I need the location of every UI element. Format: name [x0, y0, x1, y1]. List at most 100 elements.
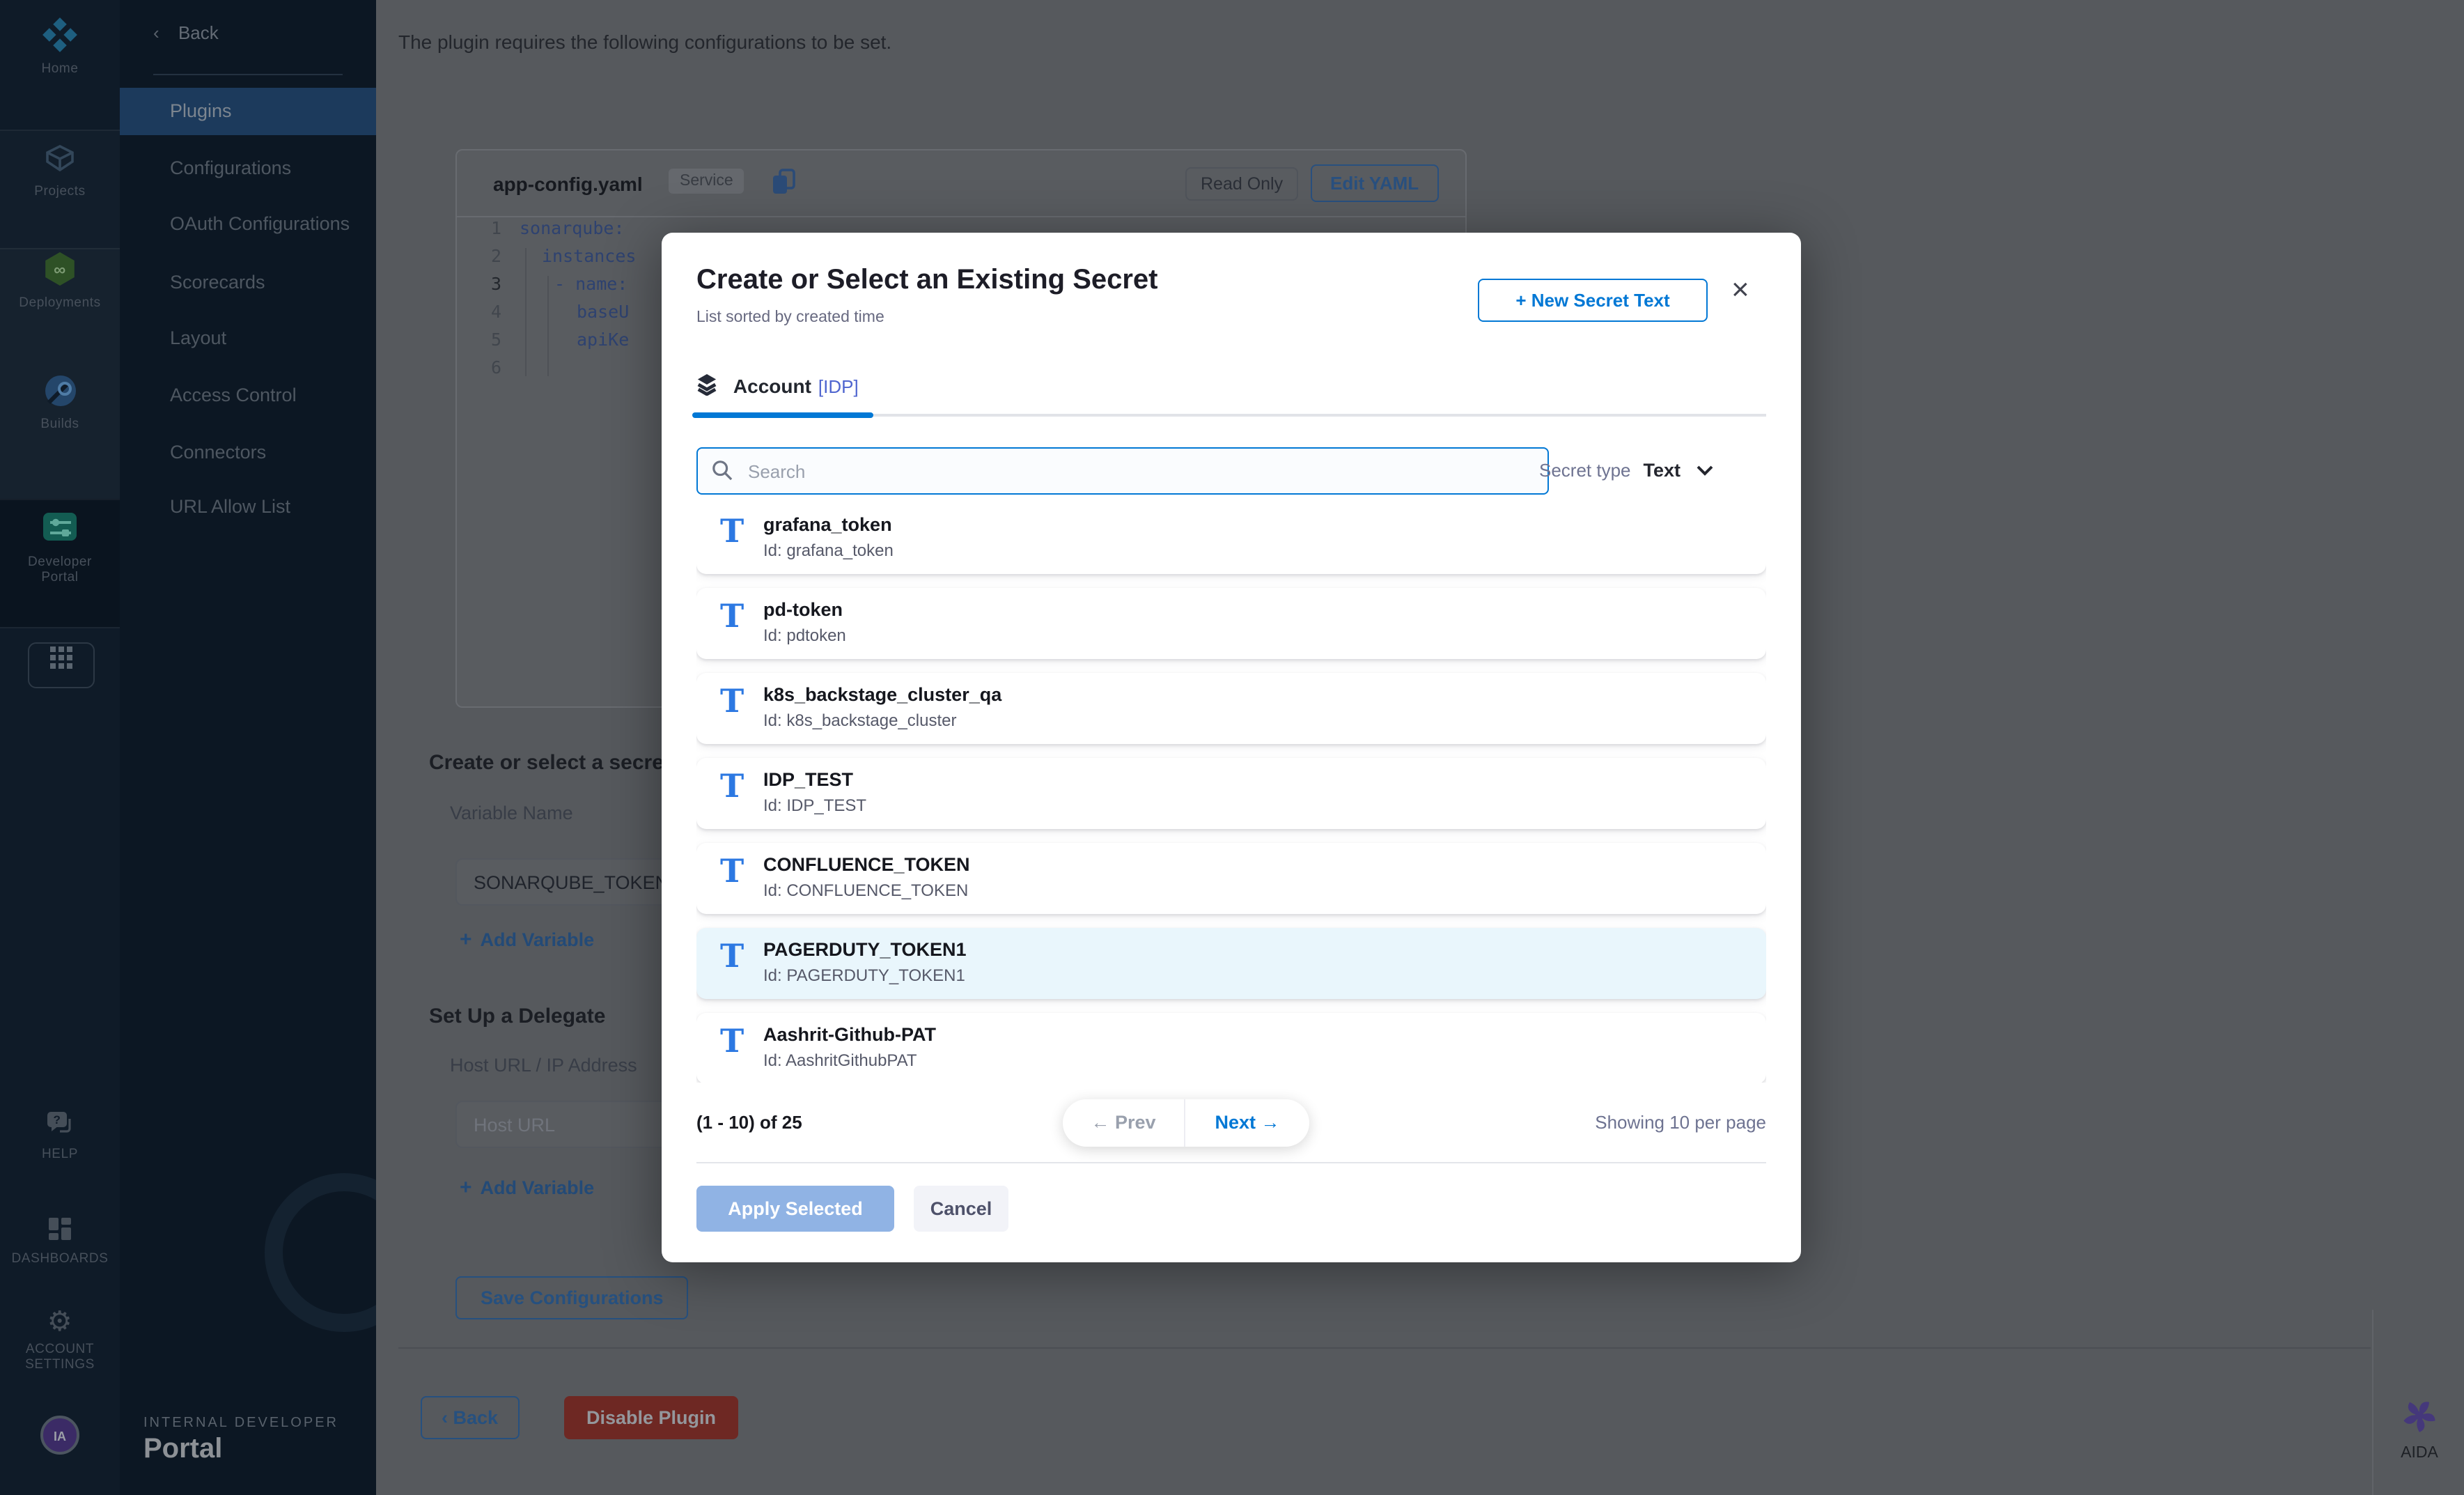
svg-text:∞: ∞: [54, 261, 66, 279]
add-variable-link[interactable]: +Add Variable: [460, 928, 594, 952]
text-secret-icon: T: [720, 768, 744, 805]
line-number: 6: [474, 357, 501, 378]
page-heading: The plugin requires the following config…: [398, 31, 891, 53]
service-badge: Service: [669, 169, 744, 194]
secret-id: Id: grafana_token: [763, 541, 894, 560]
rail-item-deployments[interactable]: ∞ Deployments: [0, 251, 120, 311]
secret-row[interactable]: T k8s_backstage_cluster_qa Id: k8s_backs…: [696, 673, 1766, 744]
secret-type-value: Text: [1644, 460, 1681, 481]
developer-portal-icon: [40, 507, 79, 550]
avatar[interactable]: IA: [40, 1416, 79, 1455]
secret-type-filter[interactable]: Secret type Text: [1539, 458, 1769, 483]
nav-back-button[interactable]: ‹ Back: [153, 22, 219, 43]
apply-selected-button[interactable]: Apply Selected: [696, 1186, 894, 1232]
back-label: Back: [453, 1407, 499, 1428]
rail-item-dashboards[interactable]: DASHBOARDS: [0, 1215, 120, 1267]
divider: [2372, 1310, 2373, 1495]
secret-id: Id: CONFLUENCE_TOKEN: [763, 881, 968, 900]
secret-name: IDP_TEST: [763, 769, 853, 790]
harness-logo-icon: [42, 17, 78, 57]
nav-item[interactable]: Plugins: [120, 88, 376, 135]
prev-page-button[interactable]: ← Prev: [1063, 1099, 1185, 1147]
aida-assistant[interactable]: AIDA: [2375, 1396, 2464, 1462]
code-text: - name:: [554, 273, 627, 294]
dialog-title: Create or Select an Existing Secret: [696, 265, 1158, 297]
brand: INTERNAL DEVELOPER Portal: [143, 1416, 338, 1466]
rail-item-account-settings[interactable]: ⚙ ACCOUNT SETTINGS: [0, 1307, 120, 1372]
tab-label: Account: [733, 375, 811, 397]
copy-icon[interactable]: [772, 169, 795, 202]
rail-item-developer-portal[interactable]: Developer Portal: [0, 507, 120, 585]
aida-icon: [2400, 1417, 2439, 1441]
new-secret-text-button[interactable]: + New Secret Text: [1478, 279, 1708, 322]
search-input[interactable]: [745, 453, 1531, 490]
nav-item[interactable]: Scorecards: [120, 259, 376, 307]
secret-row[interactable]: T CONFLUENCE_TOKEN Id: CONFLUENCE_TOKEN: [696, 843, 1766, 914]
divider: [153, 74, 343, 75]
add-variable-label: Add Variable: [481, 1177, 595, 1198]
rail-item-label: Home: [0, 61, 120, 77]
nav-item[interactable]: Configurations: [120, 145, 376, 192]
secret-row[interactable]: T grafana_token Id: grafana_token: [696, 516, 1766, 574]
module-grid-button[interactable]: [28, 642, 95, 688]
nav-item[interactable]: URL Allow List: [120, 483, 376, 531]
deployments-icon: ∞: [42, 251, 78, 291]
nav-item[interactable]: Access Control: [120, 372, 376, 419]
pagination-range: (1 - 10) of 25: [696, 1112, 802, 1133]
nav-item[interactable]: Connectors: [120, 429, 376, 477]
secret-id: Id: pdtoken: [763, 626, 846, 645]
rail-item-home[interactable]: Home: [0, 17, 120, 77]
disable-plugin-button[interactable]: Disable Plugin: [564, 1396, 738, 1439]
nav-item[interactable]: OAuth Configurations: [120, 201, 376, 248]
secret-name: k8s_backstage_cluster_qa: [763, 684, 1001, 705]
aida-label: AIDA: [2375, 1445, 2464, 1462]
add-variable-link[interactable]: + Add Variable: [460, 1176, 594, 1200]
host-url-input[interactable]: [455, 1101, 692, 1148]
chevron-down-icon: [1690, 458, 1713, 482]
secret-select-dialog: Create or Select an Existing Secret List…: [662, 233, 1801, 1262]
dashboards-icon: [46, 1215, 74, 1247]
secret-name: PAGERDUTY_TOKEN1: [763, 939, 967, 960]
rail-item-label: DASHBOARDS: [0, 1251, 120, 1267]
next-page-button[interactable]: Next →: [1185, 1099, 1309, 1147]
divider: [0, 627, 120, 628]
text-secret-icon: T: [720, 516, 744, 550]
secret-row[interactable]: T PAGERDUTY_TOKEN1 Id: PAGERDUTY_TOKEN1: [696, 928, 1766, 999]
close-icon[interactable]: ×: [1731, 274, 1749, 305]
secret-row[interactable]: T Aashrit-Github-PAT Id: AashritGithubPA…: [696, 1013, 1766, 1083]
secret-name: pd-token: [763, 599, 843, 620]
rail-item-label: Builds: [0, 417, 120, 432]
rail-item-label: Deployments: [0, 295, 120, 311]
nav-item[interactable]: Layout: [120, 315, 376, 362]
back-button[interactable]: ‹ Back: [421, 1396, 519, 1439]
secret-row[interactable]: T IDP_TEST Id: IDP_TEST: [696, 758, 1766, 829]
help-icon: ?: [45, 1108, 75, 1142]
module-rail: Home Projects ∞ Deployments: [0, 0, 120, 1495]
secret-type-label: Secret type: [1539, 460, 1631, 481]
rail-item-label: Developer: [0, 555, 120, 570]
gear-icon: ⚙: [47, 1307, 72, 1338]
secret-id: Id: k8s_backstage_cluster: [763, 711, 957, 730]
line-number: 1: [474, 217, 501, 238]
tab-scope: [IDP]: [818, 376, 859, 397]
divider: [398, 1347, 2371, 1349]
plus-icon: +: [460, 1176, 472, 1200]
rail-item-projects[interactable]: Projects: [0, 142, 120, 199]
secret-row[interactable]: T pd-token Id: pdtoken: [696, 588, 1766, 659]
divider: [0, 130, 120, 131]
secret-name: grafana_token: [763, 516, 892, 535]
watermark-ring: [265, 1173, 376, 1332]
tab-account-idp[interactable]: Account [IDP]: [696, 373, 859, 400]
save-configurations-button[interactable]: Save Configurations: [455, 1276, 689, 1319]
rail-item-help[interactable]: ? HELP: [0, 1108, 120, 1162]
variable-name-input[interactable]: [455, 858, 692, 906]
secret-id: Id: IDP_TEST: [763, 796, 866, 815]
edit-yaml-button[interactable]: Edit YAML: [1311, 164, 1438, 202]
rail-item-label: SETTINGS: [0, 1357, 120, 1372]
chevron-left-icon: ‹: [153, 22, 159, 43]
cancel-button[interactable]: Cancel: [914, 1186, 1008, 1232]
text-secret-icon: T: [720, 938, 744, 975]
active-tab-indicator: [692, 412, 873, 418]
layers-icon: [696, 375, 724, 398]
rail-item-builds[interactable]: Builds: [0, 373, 120, 432]
